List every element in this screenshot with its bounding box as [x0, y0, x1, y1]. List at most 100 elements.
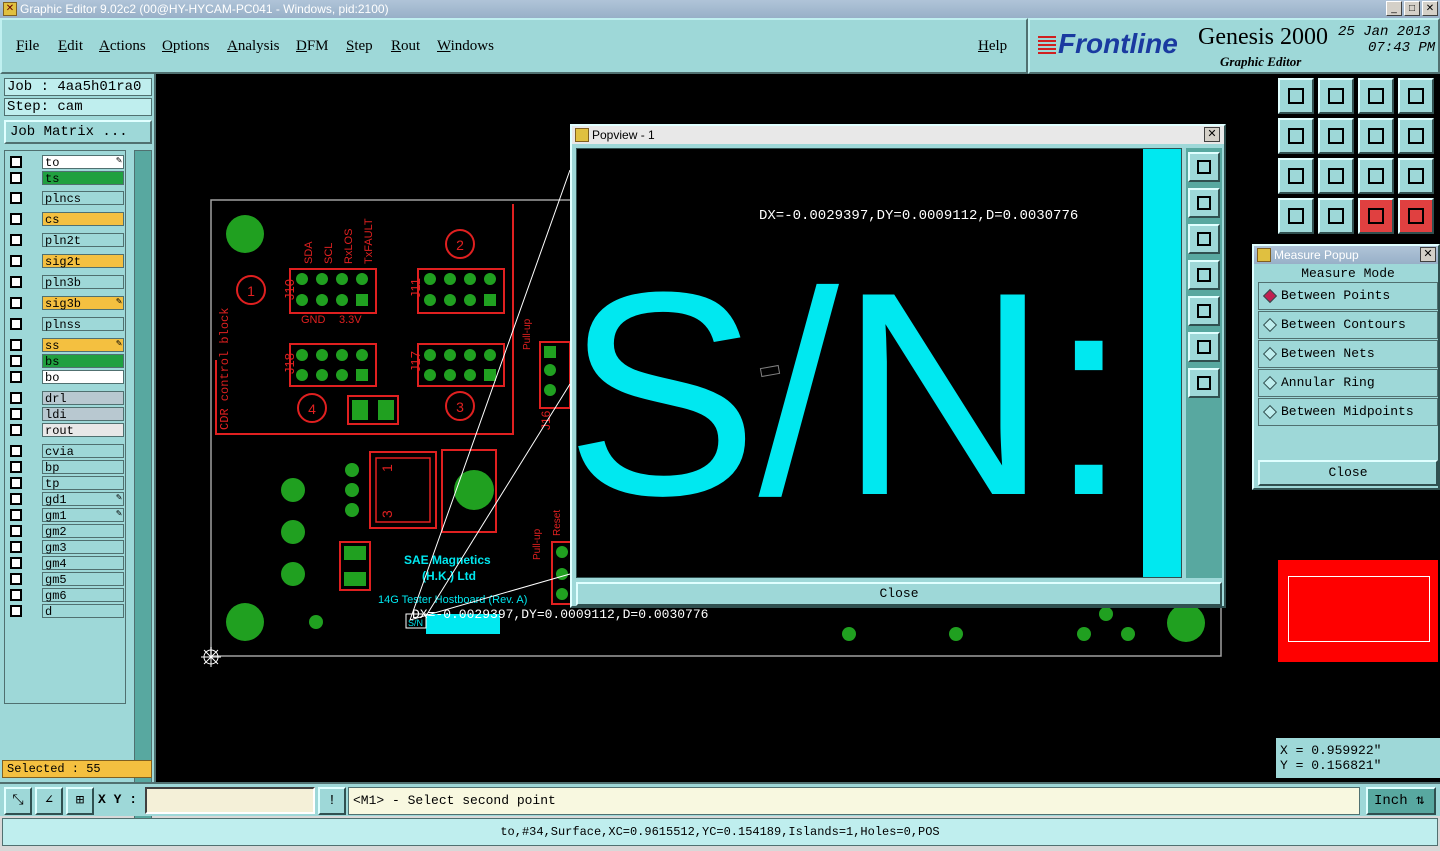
redraw-icon[interactable]: [1358, 118, 1394, 154]
layer-checkbox[interactable]: [10, 276, 22, 288]
layer-name[interactable]: ldi: [42, 407, 124, 422]
layer-checkbox[interactable]: [10, 192, 22, 204]
overview-map[interactable]: [1278, 560, 1438, 662]
layer-row[interactable]: sig2t: [8, 254, 126, 269]
layer-checkbox[interactable]: [10, 461, 22, 473]
popview-pan-left-icon[interactable]: [1188, 260, 1220, 290]
select-icon[interactable]: [1398, 198, 1434, 234]
popview-zoom-icon[interactable]: [1188, 152, 1220, 182]
layer-name[interactable]: gm1: [42, 508, 124, 523]
popview-fit-icon[interactable]: [1188, 332, 1220, 362]
pan-left-icon[interactable]: [1278, 118, 1314, 154]
layer-checkbox[interactable]: [10, 493, 22, 505]
popview-zoom-out-icon[interactable]: [1188, 224, 1220, 254]
net-icon[interactable]: [1318, 198, 1354, 234]
popview-zoom-in-icon[interactable]: [1188, 188, 1220, 218]
minimize-button[interactable]: _: [1386, 1, 1402, 16]
help-icon[interactable]: [1398, 158, 1434, 194]
layer-checkbox[interactable]: [10, 318, 22, 330]
maximize-button[interactable]: □: [1404, 1, 1420, 16]
layer-name[interactable]: drl: [42, 391, 124, 406]
unit-selector[interactable]: Inch ⇅: [1366, 787, 1436, 815]
layer-checkbox[interactable]: [10, 573, 22, 585]
layer-row[interactable]: bp: [8, 460, 126, 475]
layer-checkbox[interactable]: [10, 589, 22, 601]
menu-dfm[interactable]: DFM: [296, 38, 329, 55]
layer-row[interactable]: drl: [8, 391, 126, 406]
menu-actions[interactable]: Actions: [99, 38, 146, 55]
layer-row[interactable]: gm5: [8, 572, 126, 587]
measure-close-button[interactable]: Close: [1258, 460, 1438, 486]
layer-row[interactable]: gm2: [8, 524, 126, 539]
close-window-button[interactable]: ✕: [1422, 1, 1438, 16]
menu-rout[interactable]: Rout: [391, 38, 420, 55]
layer-checkbox[interactable]: [10, 371, 22, 383]
center-icon[interactable]: [1318, 158, 1354, 194]
layer-row[interactable]: gd1 ✎: [8, 492, 126, 507]
zoom-box-icon[interactable]: ⤡: [4, 787, 32, 815]
layer-name[interactable]: sig3b: [42, 296, 124, 311]
layer-checkbox[interactable]: [10, 339, 22, 351]
highlight-icon[interactable]: [1358, 198, 1394, 234]
layer-name[interactable]: tp: [42, 476, 124, 491]
layer-checkbox[interactable]: [10, 255, 22, 267]
layer-name[interactable]: gm5: [42, 572, 124, 587]
layer-checkbox[interactable]: [10, 355, 22, 367]
option-between-contours[interactable]: Between Contours: [1258, 311, 1438, 339]
layer-row[interactable]: bo: [8, 370, 126, 385]
grid-icon[interactable]: ⊞: [66, 787, 94, 815]
layer-name[interactable]: plnss: [42, 317, 124, 332]
measure-tool-icon[interactable]: [1278, 198, 1314, 234]
popview-pan-right-icon[interactable]: [1188, 296, 1220, 326]
popview-zoom[interactable]: DX=-0.0029397,DY=0.0009112,D=0.0030776 S…: [577, 149, 1182, 578]
layer-name[interactable]: rout: [42, 423, 124, 438]
layer-checkbox[interactable]: [10, 156, 22, 168]
layer-name[interactable]: bo: [42, 370, 124, 385]
layer-name[interactable]: ts: [42, 171, 124, 186]
layer-name[interactable]: pln3b: [42, 275, 124, 290]
layer-row[interactable]: plncs: [8, 191, 126, 206]
layer-name[interactable]: gm4: [42, 556, 124, 571]
menu-step[interactable]: Step: [346, 38, 373, 55]
menu-analysis[interactable]: Analysis: [227, 38, 280, 55]
layer-name[interactable]: gm2: [42, 524, 124, 539]
option-between-midpoints[interactable]: Between Midpoints: [1258, 398, 1438, 426]
layer-checkbox[interactable]: [10, 234, 22, 246]
layer-checkbox[interactable]: [10, 605, 22, 617]
layer-name[interactable]: ss: [42, 338, 124, 353]
menu-file[interactable]: File: [16, 38, 39, 55]
pan-right-icon[interactable]: [1318, 118, 1354, 154]
option-between-points[interactable]: Between Points: [1258, 282, 1438, 310]
layer-checkbox[interactable]: [10, 392, 22, 404]
layer-row[interactable]: cvia: [8, 444, 126, 459]
layer-row[interactable]: d: [8, 604, 126, 619]
layer-checkbox[interactable]: [10, 509, 22, 521]
layer-name[interactable]: cvia: [42, 444, 124, 459]
layer-row[interactable]: gm4: [8, 556, 126, 571]
menu-options[interactable]: Options: [162, 38, 210, 55]
scale-icon[interactable]: [1358, 158, 1394, 194]
popview-close-x-icon[interactable]: ✕: [1204, 127, 1220, 142]
snap-angle-icon[interactable]: ∠: [35, 787, 63, 815]
layer-name[interactable]: bp: [42, 460, 124, 475]
layer-checkbox[interactable]: [10, 408, 22, 420]
layer-checkbox[interactable]: [10, 477, 22, 489]
window-split-icon[interactable]: [1398, 78, 1434, 114]
layer-name[interactable]: bs: [42, 354, 124, 369]
layer-checkbox[interactable]: [10, 525, 22, 537]
layer-row[interactable]: ldi: [8, 407, 126, 422]
layer-name[interactable]: pln2t: [42, 233, 124, 248]
snap-icon[interactable]: [1398, 118, 1434, 154]
layer-row[interactable]: cs: [8, 212, 126, 227]
xy-input[interactable]: [145, 787, 315, 814]
menu-windows[interactable]: Windows: [437, 38, 494, 55]
menu-edit[interactable]: Edit: [58, 38, 83, 55]
layer-row[interactable]: gm1 ✎: [8, 508, 126, 523]
option-annular-ring[interactable]: Annular Ring: [1258, 369, 1438, 397]
layer-row[interactable]: bs: [8, 354, 126, 369]
layer-row[interactable]: gm6: [8, 588, 126, 603]
layer-name[interactable]: to: [42, 155, 124, 170]
layer-row[interactable]: plnss: [8, 317, 126, 332]
layer-row[interactable]: gm3: [8, 540, 126, 555]
layer-name[interactable]: plncs: [42, 191, 124, 206]
